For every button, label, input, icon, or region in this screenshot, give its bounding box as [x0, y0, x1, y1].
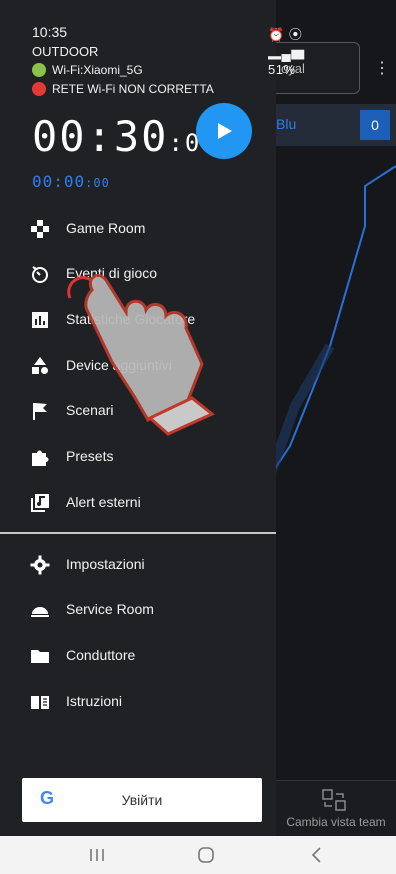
- menu-item-istruzioni[interactable]: Istruzioni: [0, 680, 276, 722]
- menu-label: Device aggiuntivi: [66, 357, 172, 373]
- main-timer: 00:30:00: [32, 112, 218, 161]
- menu-item-scenari[interactable]: Scenari: [0, 389, 276, 431]
- bar-chart-icon: [32, 312, 48, 328]
- menu-label: Conduttore: [66, 647, 136, 663]
- wifi-bad-icon: [32, 82, 46, 96]
- team-score: 0: [360, 110, 390, 140]
- switch-view-icon: [322, 789, 346, 811]
- switch-view-label: Cambia vista team: [286, 815, 386, 829]
- menu-label: Game Room: [66, 220, 146, 236]
- menu-label: Statistiche Giocatore: [66, 311, 196, 327]
- wifi-name: Wi-Fi:Xiaomi_5G: [52, 63, 143, 77]
- menu-item-device[interactable]: Device aggiuntivi: [0, 344, 276, 386]
- background-graph: [270, 165, 396, 478]
- book-icon: [31, 696, 49, 709]
- menu-item-impostazioni[interactable]: Impostazioni: [0, 543, 276, 585]
- menu-label: Presets: [66, 448, 114, 464]
- system-navigation-bar: [0, 836, 396, 874]
- main-timer-value: 00:30: [32, 112, 169, 161]
- menu-divider: [0, 532, 276, 534]
- team-row[interactable]: Blu 0: [270, 104, 396, 146]
- bell-icon: [31, 607, 49, 617]
- login-label: Увійти: [121, 792, 163, 808]
- status-time: 10:35: [32, 24, 68, 40]
- recent-apps-icon[interactable]: [86, 844, 108, 866]
- mode-label: OUTDOOR: [32, 44, 99, 59]
- menu-item-presets[interactable]: Presets: [0, 435, 276, 477]
- secondary-timer-frac: :00: [85, 176, 110, 190]
- puzzle-icon: [32, 450, 49, 466]
- folder-icon: [31, 650, 49, 663]
- menu-label: Alert esterni: [66, 494, 141, 510]
- play-icon: [218, 123, 232, 139]
- menu-item-eventi[interactable]: Eventi di gioco: [0, 252, 276, 294]
- more-menu-icon[interactable]: ⋮: [374, 58, 390, 78]
- back-icon[interactable]: [306, 844, 328, 866]
- menu-label: Scenari: [66, 402, 114, 418]
- menu-label: Impostazioni: [66, 556, 145, 572]
- status-bar-icons: ⏰ ⦿ ▂▄▆ 51%: [268, 24, 305, 77]
- music-alert-icon: [31, 494, 49, 512]
- menu-item-game-room[interactable]: Game Room: [0, 207, 276, 249]
- navigation-drawer: 10:35 ⏰ ⦿ ▂▄▆ 51% OUTDOOR Wi-Fi:Xiaomi_5…: [0, 0, 304, 836]
- play-button[interactable]: [196, 103, 252, 159]
- menu-label: Istruzioni: [66, 693, 123, 709]
- timer-icon: [32, 266, 48, 283]
- menu-item-alert[interactable]: Alert esterni: [0, 481, 276, 523]
- battery-level: 51%: [268, 62, 296, 77]
- menu-item-conduttore[interactable]: Conduttore: [0, 634, 276, 676]
- shapes-icon: [32, 357, 48, 374]
- wifi-status: Wi-Fi:Xiaomi_5G: [32, 63, 143, 77]
- wifi-warning-text: RETE Wi-Fi NON CORRETTA: [52, 82, 214, 96]
- wifi-warning: RETE Wi-Fi NON CORRETTA: [32, 82, 214, 96]
- flag-icon: [33, 403, 47, 420]
- signal-icon: ▂▄▆: [268, 46, 305, 61]
- gamepad-icon: [31, 220, 49, 238]
- location-icon: ⦿: [288, 27, 303, 42]
- alarm-icon: ⏰: [268, 27, 285, 42]
- google-login-button[interactable]: G Увійти: [22, 778, 262, 822]
- gear-icon: [30, 555, 50, 575]
- wifi-ok-icon: [32, 63, 46, 77]
- secondary-timer: 00:00:00: [32, 172, 110, 191]
- switch-team-view-button[interactable]: Cambia vista team: [270, 780, 396, 836]
- home-icon[interactable]: [195, 844, 217, 866]
- secondary-timer-value: 00:00: [32, 172, 86, 191]
- menu-label: Eventi di gioco: [66, 265, 158, 281]
- menu-item-statistiche[interactable]: Statistiche Giocatore: [0, 298, 276, 340]
- menu-item-service-room[interactable]: Service Room: [0, 588, 276, 630]
- menu-label: Service Room: [66, 601, 154, 617]
- team-label: Blu: [276, 116, 297, 132]
